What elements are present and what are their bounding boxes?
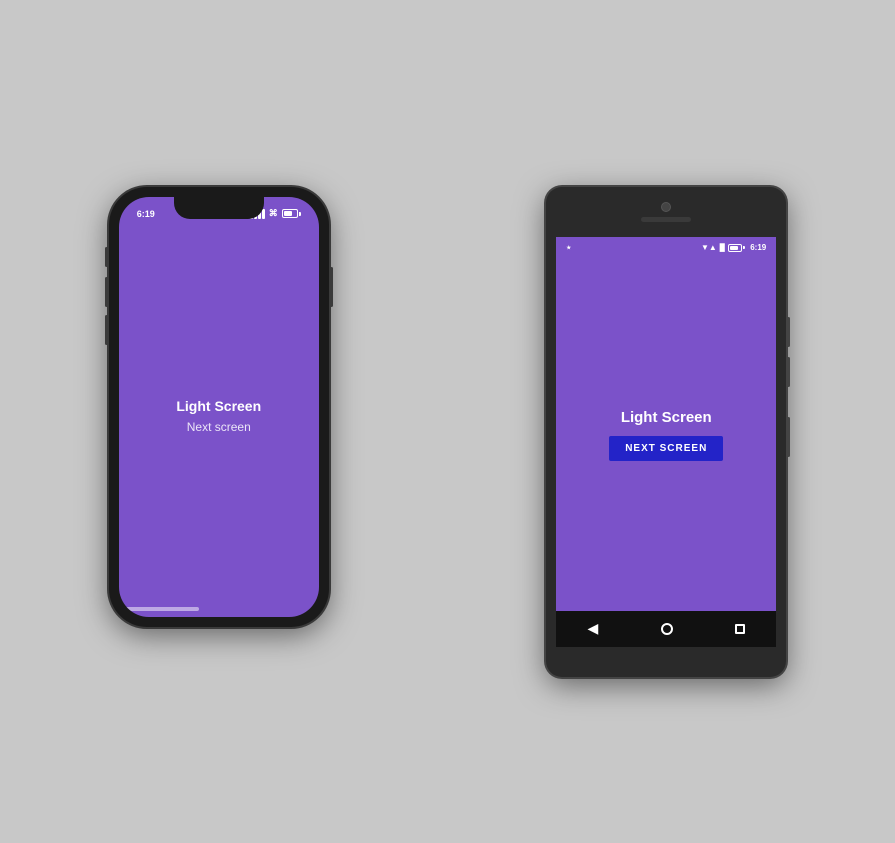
android-status-bar: ▼▲ ▉ 6:19 [556,237,776,259]
android-battery-icon [728,244,745,252]
iphone-notch [174,197,264,219]
android-power-button [787,417,790,457]
android-screen: ▼▲ ▉ 6:19 Light Screen NEXT SCREEN [556,237,776,611]
iphone-screen-title: Light Screen [176,398,261,414]
android-bottom-hardware [546,647,786,677]
android-vol-up-button [787,317,790,347]
notification-icon [566,245,571,250]
iphone-screen-subtitle: Next screen [187,420,251,434]
iphone-silent-switch [105,247,108,267]
iphone-vol-up-button [105,277,108,307]
android-wifi-icon: ▼▲ [701,243,717,252]
iphone-app-content: Light Screen Next screen [119,225,319,607]
android-app-content: Light Screen NEXT SCREEN [556,259,776,611]
android-time: 6:19 [750,243,766,252]
iphone-vol-down-button [105,315,108,345]
android-device: ▼▲ ▉ 6:19 Light Screen NEXT SCREEN ◀ [546,187,786,677]
android-signal-icon: ▉ [720,244,725,252]
android-speaker [641,217,691,222]
iphone-power-button [330,267,333,307]
android-top-hardware [546,187,786,237]
iphone-time: 6:19 [137,209,155,219]
android-status-left [566,245,571,250]
android-nav-bar: ◀ [556,611,776,647]
next-screen-button[interactable]: NEXT SCREEN [609,436,723,461]
iphone-home-indicator [119,607,199,611]
android-screen-title: Light Screen [621,409,712,426]
iphone-device: 6:19 ⌘ L [109,187,329,627]
android-status-right: ▼▲ ▉ 6:19 [701,243,766,252]
android-home-button[interactable] [661,623,673,635]
wifi-icon: ⌘ [269,208,278,219]
android-camera [661,202,671,212]
battery-icon [282,209,301,218]
android-vol-down-button [787,357,790,387]
iphone-screen: 6:19 ⌘ L [119,197,319,617]
android-recents-button[interactable] [735,624,745,634]
android-back-button[interactable]: ◀ [587,620,598,637]
